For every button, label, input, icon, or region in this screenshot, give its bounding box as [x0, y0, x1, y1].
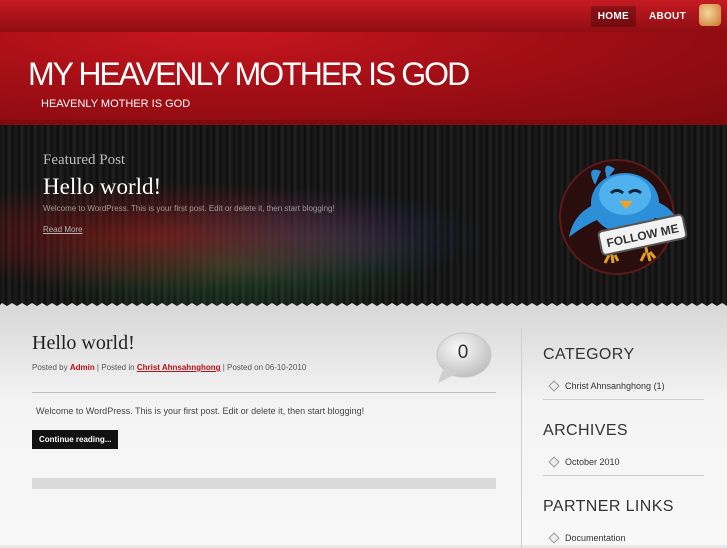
- category-separator: [543, 399, 704, 400]
- rss-icon[interactable]: [699, 4, 721, 26]
- main-nav: HOME ABOUT: [590, 6, 693, 27]
- partner-links-heading: PARTNER LINKS: [543, 498, 674, 515]
- partner-link-label[interactable]: Documentation: [565, 533, 626, 543]
- content-area: Hello world! Posted by Admin | Posted in…: [0, 310, 727, 548]
- archive-item-label[interactable]: October 2010: [565, 457, 620, 467]
- featured-zigzag-border: [0, 303, 727, 310]
- post-title[interactable]: Hello world!: [32, 332, 135, 355]
- category-item[interactable]: Christ Ahnsanhghong (1): [548, 380, 665, 392]
- post-category-link[interactable]: Christ Ahnsahnghong: [137, 363, 221, 372]
- post-meta: Posted by Admin | Posted in Christ Ahnsa…: [32, 363, 306, 372]
- archives-separator: [543, 475, 704, 476]
- meta-posted-in: | Posted in: [94, 363, 137, 372]
- featured-excerpt: Welcome to WordPress. This is your first…: [43, 204, 335, 213]
- meta-posted-on: | Posted on 06-10-2010: [220, 363, 307, 372]
- post-excerpt: Welcome to WordPress. This is your first…: [36, 406, 365, 416]
- category-item-label[interactable]: Christ Ahnsanhghong (1): [565, 381, 665, 391]
- featured-post-area: Featured Post Hello world! Welcome to Wo…: [0, 125, 727, 310]
- site-description: HEAVENLY MOTHER IS GOD: [41, 98, 191, 110]
- follow-me-bird-icon[interactable]: FOLLOW ME: [555, 145, 695, 285]
- category-heading: CATEGORY: [543, 346, 635, 363]
- featured-kicker: Featured Post: [43, 152, 126, 168]
- site-title[interactable]: MY HEAVENLY MOTHER IS GOD: [28, 56, 470, 93]
- post-author-link[interactable]: Admin: [70, 363, 95, 372]
- comment-count[interactable]: 0: [436, 342, 490, 364]
- post-footer-bar: [32, 478, 496, 489]
- nav-about[interactable]: ABOUT: [642, 6, 693, 27]
- site-header: MY HEAVENLY MOTHER IS GOD HEAVENLY MOTHE…: [0, 32, 727, 126]
- bullet-icon: [548, 380, 560, 392]
- bullet-icon: [548, 456, 560, 468]
- post-divider: [32, 392, 496, 393]
- bullet-icon: [548, 532, 560, 544]
- archives-heading: ARCHIVES: [543, 422, 628, 439]
- top-bar: HOME ABOUT: [0, 0, 727, 32]
- sidebar-divider: [521, 328, 522, 548]
- partner-link-item[interactable]: Documentation: [548, 532, 626, 544]
- nav-home[interactable]: HOME: [590, 6, 636, 27]
- archive-item[interactable]: October 2010: [548, 456, 620, 468]
- featured-read-more-link[interactable]: Read More: [43, 225, 83, 234]
- featured-title[interactable]: Hello world!: [43, 174, 161, 200]
- meta-posted-by: Posted by: [32, 363, 70, 372]
- continue-reading-button[interactable]: Continue reading...: [32, 430, 119, 449]
